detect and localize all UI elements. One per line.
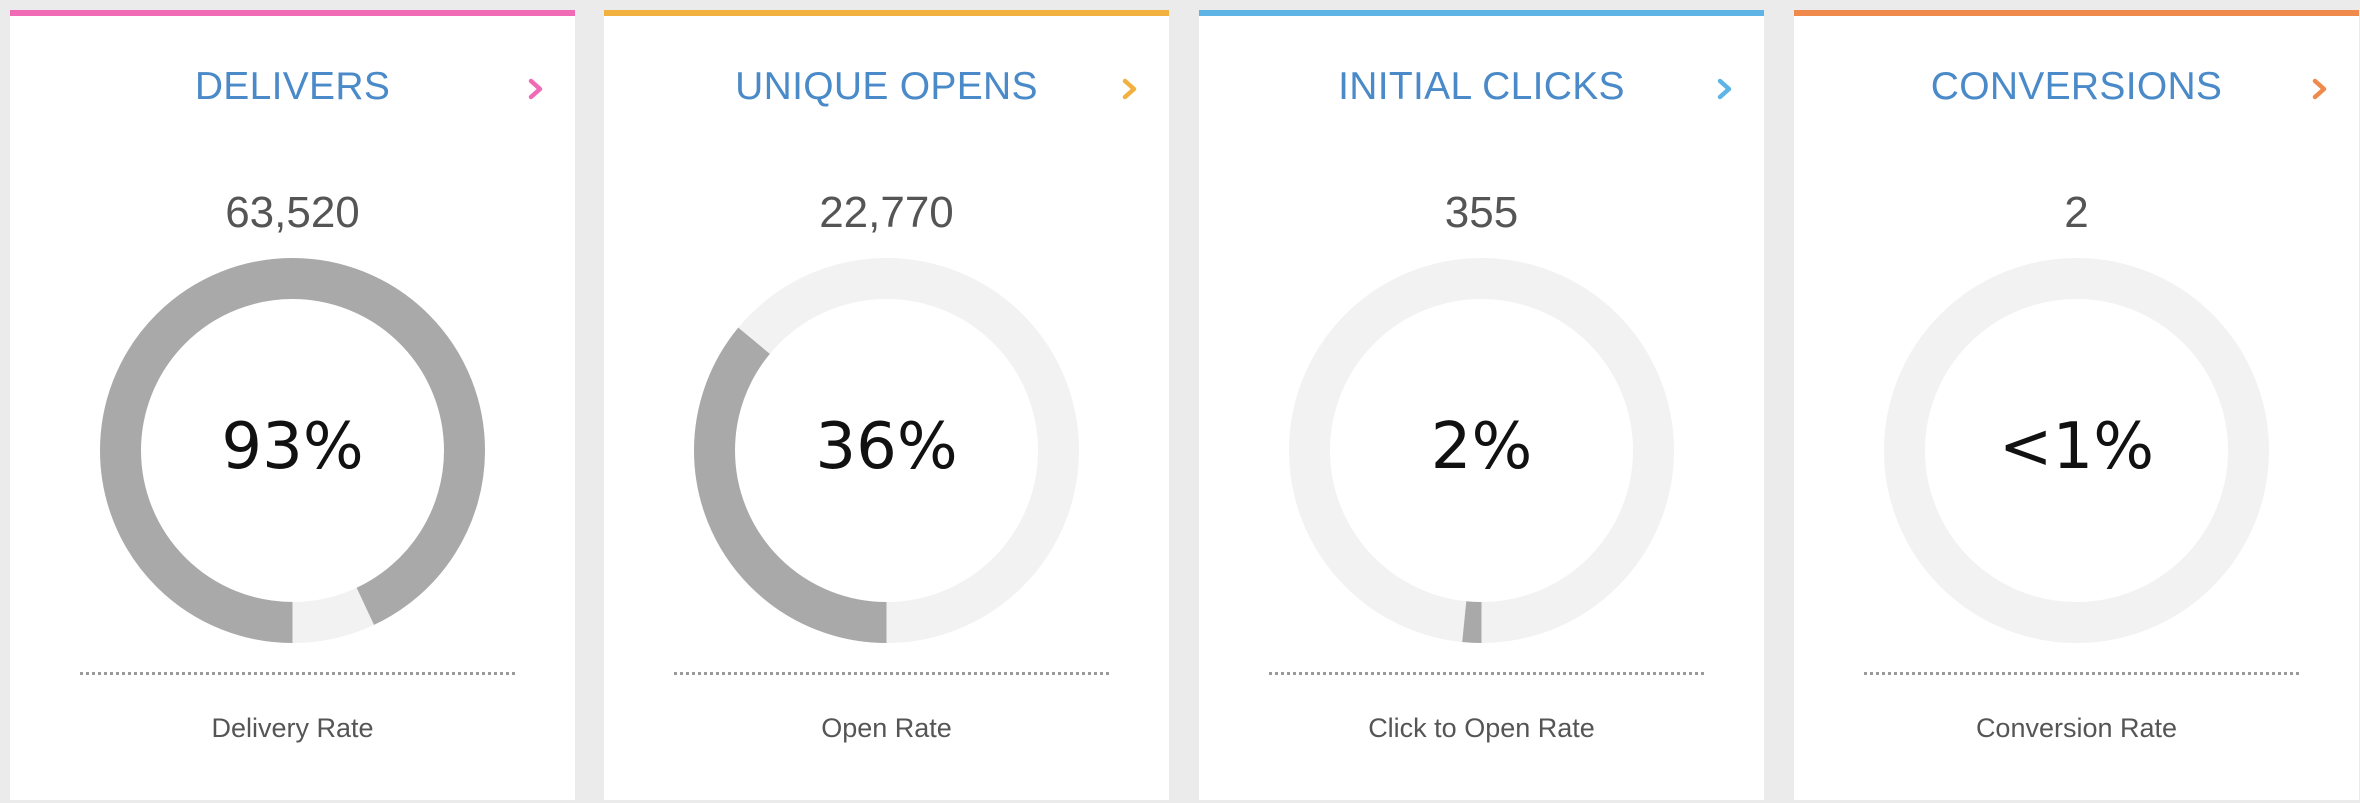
card-rate-label: Conversion Rate (1975, 713, 2178, 743)
metric-card-unique-opens: UNIQUE OPENS 22,770 36% Open Rate (604, 10, 1169, 800)
card-title[interactable]: DELIVERS (10, 65, 575, 109)
card-percent: 36% (815, 410, 958, 484)
dotted-divider (80, 672, 515, 675)
chevron-right-icon[interactable] (1119, 78, 1141, 100)
chevron-right-icon[interactable] (525, 78, 547, 100)
card-accent-bar (604, 10, 1169, 16)
card-percent: 93% (221, 410, 364, 484)
metric-card-conversions: CONVERSIONS 2 <1% Conversion Rate (1794, 10, 2359, 800)
card-accent-bar (10, 10, 575, 16)
card-percent: 2% (1430, 410, 1533, 484)
metric-card-delivers: DELIVERS 63,520 93% Delivery Rate (10, 10, 575, 800)
card-title[interactable]: UNIQUE OPENS (604, 65, 1169, 109)
chevron-right-icon[interactable] (1714, 78, 1736, 100)
card-percent: <1% (1998, 410, 2155, 484)
card-count: 63,520 (225, 188, 360, 237)
dotted-divider (674, 672, 1109, 675)
card-accent-bar (1199, 10, 1764, 16)
card-rate-label: Delivery Rate (211, 713, 374, 743)
dotted-divider (1269, 672, 1704, 675)
metric-card-initial-clicks: INITIAL CLICKS 355 2% Click to Open Rate (1199, 10, 1764, 800)
card-count: 2 (2064, 188, 2089, 237)
card-title[interactable]: INITIAL CLICKS (1199, 65, 1764, 109)
card-count: 355 (1444, 188, 1519, 237)
chevron-right-icon[interactable] (2309, 78, 2331, 100)
card-title[interactable]: CONVERSIONS (1794, 65, 2359, 109)
card-rate-label: Open Rate (821, 713, 952, 743)
card-count: 22,770 (819, 188, 954, 237)
card-accent-bar (1794, 10, 2359, 16)
dotted-divider (1864, 672, 2299, 675)
card-rate-label: Click to Open Rate (1368, 713, 1595, 743)
